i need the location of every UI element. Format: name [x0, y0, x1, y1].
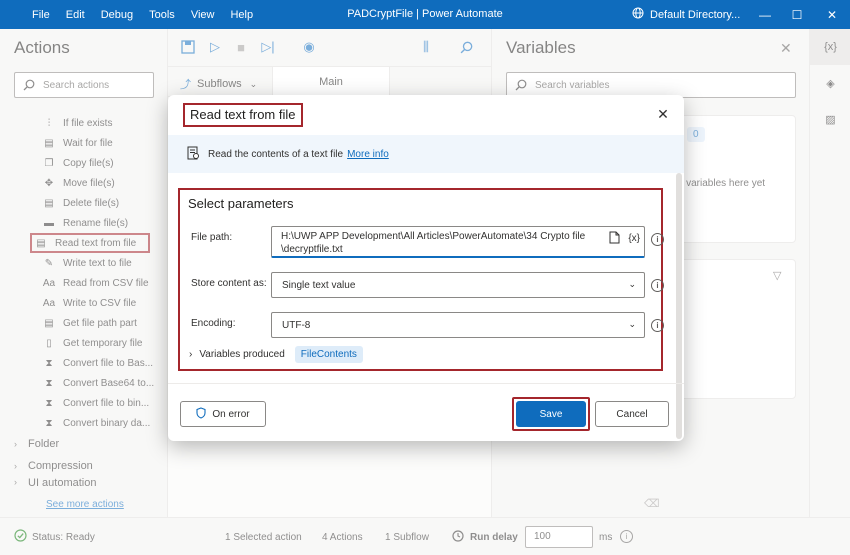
encoding-label: Encoding:	[191, 318, 236, 329]
chevron-down-icon: ⌄	[628, 319, 636, 329]
environment-picker[interactable]: Default Directory...	[632, 7, 740, 22]
file-path-line-1: H:\UWP APP Development\All Articles\Powe…	[281, 231, 586, 242]
on-error-label: On error	[212, 408, 250, 420]
encoding-value: UTF-8	[282, 319, 311, 331]
file-picker-icon[interactable]	[609, 231, 620, 248]
read-text-dialog: Read text from file ✕ Read the contents …	[168, 95, 684, 441]
globe-icon	[632, 7, 644, 22]
store-content-label: Store content as:	[191, 278, 267, 289]
minimize-button[interactable]: —	[748, 0, 782, 29]
file-path-label: File path:	[191, 232, 233, 243]
info-icon[interactable]: i	[651, 319, 664, 332]
info-icon[interactable]: i	[651, 279, 664, 292]
maximize-icon: ☐	[791, 7, 803, 22]
store-content-select[interactable]: Single text value ⌄	[271, 272, 645, 298]
info-icon[interactable]: i	[651, 233, 664, 246]
variables-produced-label: Variables produced	[199, 349, 285, 360]
file-path-line-2: \decryptfile.txt	[281, 244, 343, 255]
insert-variable-icon[interactable]: {x}	[628, 232, 640, 245]
chevron-down-icon: ⌄	[628, 279, 636, 289]
file-path-input[interactable]: H:\UWP APP Development\All Articles\Powe…	[271, 226, 645, 258]
save-button[interactable]: Save	[516, 401, 586, 427]
variables-produced[interactable]: › Variables produced FileContents	[189, 346, 363, 363]
dialog-description: Read the contents of a text file	[208, 148, 344, 160]
encoding-select[interactable]: UTF-8 ⌄	[271, 312, 645, 338]
select-parameters-section: Select parameters File path: H:\UWP APP …	[178, 188, 664, 371]
environment-name: Default Directory...	[650, 8, 741, 21]
close-window-button[interactable]: ✕	[815, 0, 849, 29]
shield-icon	[196, 406, 206, 422]
more-info-link[interactable]: More info	[347, 149, 389, 160]
maximize-button[interactable]: ☐	[780, 0, 814, 29]
dialog-scrollbar[interactable]	[676, 173, 682, 439]
dialog-description-bar: Read the contents of a text file More in…	[168, 135, 684, 173]
title-bar: File Edit Debug Tools View Help PADCrypt…	[0, 0, 850, 29]
store-content-value: Single text value	[282, 279, 356, 291]
dialog-title: Read text from file	[183, 103, 303, 127]
close-icon: ✕	[826, 7, 838, 22]
on-error-button[interactable]: On error	[180, 401, 266, 427]
chevron-right-icon: ›	[189, 349, 193, 360]
minimize-icon: —	[759, 7, 771, 22]
variable-chip[interactable]: FileContents	[294, 346, 363, 363]
cancel-button[interactable]: Cancel	[595, 401, 669, 427]
file-read-icon	[186, 146, 200, 163]
section-title: Select parameters	[188, 196, 294, 211]
dialog-close-icon[interactable]: ✕	[656, 106, 670, 122]
footer-divider	[168, 383, 684, 384]
